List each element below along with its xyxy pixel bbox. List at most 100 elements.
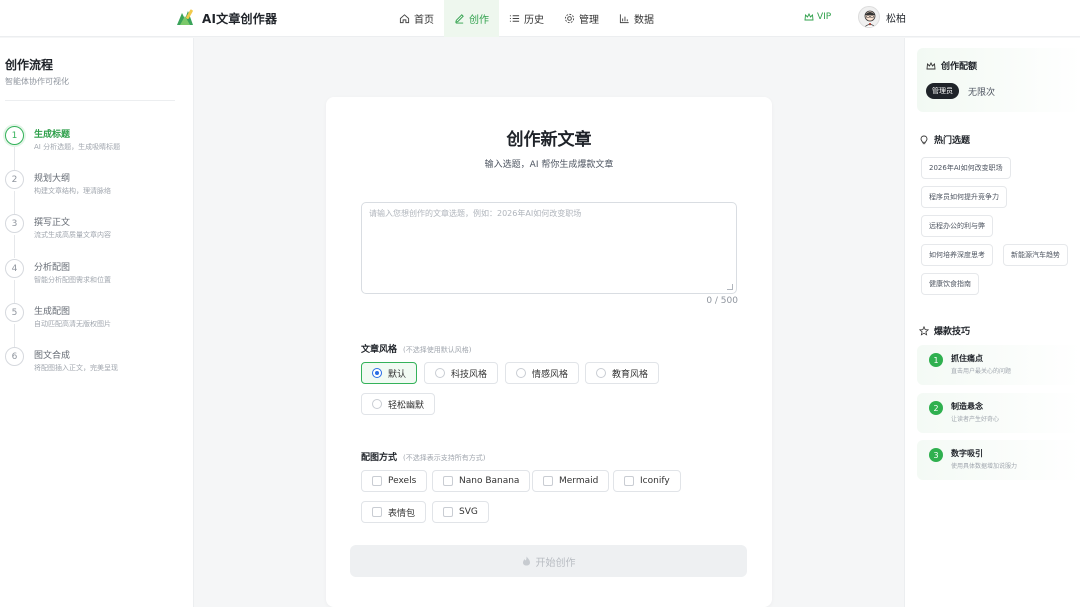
- workflow-sidebar: 创作流程 智能体协作可视化 1 生成标题 AI 分析选题，生成吸睛标题 2 规划…: [0, 38, 194, 607]
- page-subtitle: 输入选题，AI 帮你生成爆款文章: [484, 160, 614, 170]
- image-option-label: Pexels: [388, 476, 417, 486]
- nav-manage[interactable]: 管理: [554, 0, 609, 37]
- start-create-label: 开始创作: [535, 557, 576, 569]
- image-option-pexels[interactable]: Pexels: [361, 470, 428, 492]
- step-connector: [14, 280, 15, 303]
- style-option-emotion[interactable]: 情感风格: [505, 362, 580, 384]
- hot-topic-item[interactable]: 2026年AI如何改变职场: [921, 157, 1011, 179]
- image-hint: (不选择表示支持所有方式): [403, 454, 486, 462]
- step-connector: [14, 235, 15, 258]
- image-option-emoji[interactable]: 表情包: [361, 501, 427, 523]
- step-desc: 将配图插入正文，完美呈现: [34, 364, 118, 372]
- step-title: 生成标题: [34, 130, 71, 140]
- tip-number: 1: [929, 353, 943, 367]
- page-title: 创作新文章: [506, 130, 592, 150]
- resize-handle-icon[interactable]: [727, 284, 733, 290]
- top-navbar: AI文章创作器 首页 创作 历史 管理 数据 VIP 松柏: [0, 0, 1080, 37]
- checkbox-icon: [443, 476, 453, 486]
- tip-title: 制造悬念: [951, 402, 983, 411]
- create-article-card: 创作新文章 输入选题，AI 帮你生成爆款文章 0 / 500 文章风格 (不选择使…: [326, 97, 772, 607]
- lightbulb-icon: [920, 135, 928, 144]
- step-desc: 流式生成高质量文章内容: [34, 231, 111, 239]
- style-hint: (不选择使用默认风格): [403, 346, 472, 354]
- star-icon: [919, 325, 929, 336]
- step-title: 图文合成: [34, 351, 71, 361]
- nav-create[interactable]: 创作: [444, 0, 499, 37]
- nav-manage-label: 管理: [579, 15, 599, 26]
- hot-topics-title: 热门选题: [934, 136, 971, 146]
- image-option-label: Iconify: [640, 476, 670, 486]
- quota-header: 创作配额: [926, 59, 977, 72]
- checkbox-icon: [372, 507, 382, 517]
- nav-home[interactable]: 首页: [389, 0, 444, 37]
- style-option-tech[interactable]: 科技风格: [424, 362, 499, 384]
- step-connector: [14, 147, 15, 170]
- image-option-svg[interactable]: SVG: [432, 501, 489, 523]
- topic-input-wrapper: [361, 202, 737, 294]
- tips-title: 爆款技巧: [934, 327, 971, 337]
- crown-icon: [804, 12, 814, 21]
- hot-topic-item[interactable]: 如何培养深度思考: [921, 244, 993, 266]
- start-create-button[interactable]: 开始创作: [350, 545, 747, 577]
- style-section-label: 文章风格 (不选择使用默认风格): [361, 342, 471, 355]
- image-section-label: 配图方式 (不选择表示支持所有方式): [361, 450, 485, 463]
- workflow-step-1[interactable]: 1 生成标题 AI 分析选题，生成吸睛标题: [5, 126, 185, 170]
- tip-item: 1 抓住痛点 直击用户最关心的问题: [917, 345, 1080, 385]
- step-title: 撰写正文: [34, 218, 71, 228]
- workflow-step-3[interactable]: 3 撰写正文 流式生成高质量文章内容: [5, 214, 185, 258]
- quota-value: 无限次: [968, 88, 996, 98]
- step-number: 4: [5, 259, 24, 278]
- quota-title: 创作配额: [941, 62, 978, 72]
- image-option-mermaid[interactable]: Mermaid: [532, 470, 610, 492]
- nav-create-label: 创作: [469, 15, 489, 26]
- role-badge: 管理员: [926, 83, 959, 99]
- step-title: 规划大纲: [34, 174, 71, 184]
- hot-topic-item[interactable]: 新能源汽车趋势: [1003, 244, 1068, 266]
- style-option-label: 轻松幽默: [388, 400, 425, 411]
- hot-topic-item[interactable]: 程序员如何提升竞争力: [921, 186, 1007, 208]
- avatar: [858, 6, 880, 28]
- workflow-step-4[interactable]: 4 分析配图 智能分析配图需求和位置: [5, 259, 185, 303]
- tip-title: 数字吸引: [951, 449, 983, 458]
- tip-desc: 使用具体数据增加说服力: [951, 463, 1018, 470]
- checkbox-icon: [543, 476, 553, 486]
- user-name: 松柏: [886, 13, 906, 25]
- crown-icon: [926, 61, 936, 69]
- step-desc: 自动匹配高清无版权图片: [34, 320, 111, 328]
- step-connector: [14, 324, 15, 347]
- image-option-iconify[interactable]: Iconify: [613, 470, 681, 492]
- style-option-education[interactable]: 教育风格: [585, 362, 660, 384]
- user-menu[interactable]: 松柏: [858, 6, 906, 28]
- nav-home-label: 首页: [414, 15, 434, 26]
- workflow-step-6[interactable]: 6 图文合成 将配图插入正文，完美呈现: [5, 347, 185, 383]
- topic-input[interactable]: [362, 203, 736, 293]
- workflow-step-5[interactable]: 5 生成配图 自动匹配高清无版权图片: [5, 303, 185, 347]
- style-option-default[interactable]: 默认: [361, 362, 418, 384]
- step-number: 5: [5, 303, 24, 322]
- radio-icon: [516, 368, 526, 378]
- list-icon: [509, 15, 520, 22]
- radio-icon: [372, 368, 382, 378]
- radio-icon: [372, 399, 382, 409]
- char-counter: 0 / 500: [706, 296, 738, 306]
- nav-data[interactable]: 数据: [609, 0, 664, 37]
- style-option-humor[interactable]: 轻松幽默: [361, 393, 436, 415]
- nav-history-label: 历史: [524, 15, 544, 26]
- step-desc: AI 分析选题，生成吸睛标题: [34, 143, 121, 151]
- image-option-nano-banana[interactable]: Nano Banana: [432, 470, 531, 492]
- app-logo[interactable]: AI文章创作器: [174, 7, 277, 29]
- style-option-label: 科技风格: [451, 369, 488, 380]
- quota-panel: 创作配额 管理员 无限次: [917, 48, 1080, 112]
- hot-topic-item[interactable]: 远程办公的利与弊: [921, 215, 993, 237]
- image-label: 配图方式: [361, 453, 398, 463]
- main-nav: 首页 创作 历史 管理 数据: [389, 0, 664, 37]
- radio-icon: [596, 368, 606, 378]
- tip-item: 3 数字吸引 使用具体数据增加说服力: [917, 440, 1080, 480]
- tip-desc: 直击用户最关心的问题: [951, 368, 1012, 375]
- logo-icon: [174, 7, 196, 29]
- tip-number: 2: [929, 401, 943, 415]
- nav-history[interactable]: 历史: [499, 0, 554, 37]
- hot-topic-item[interactable]: 健康饮食指南: [921, 273, 979, 295]
- workflow-step-2[interactable]: 2 规划大纲 构建文章结构，理清脉络: [5, 170, 185, 214]
- vip-badge[interactable]: VIP: [804, 12, 831, 22]
